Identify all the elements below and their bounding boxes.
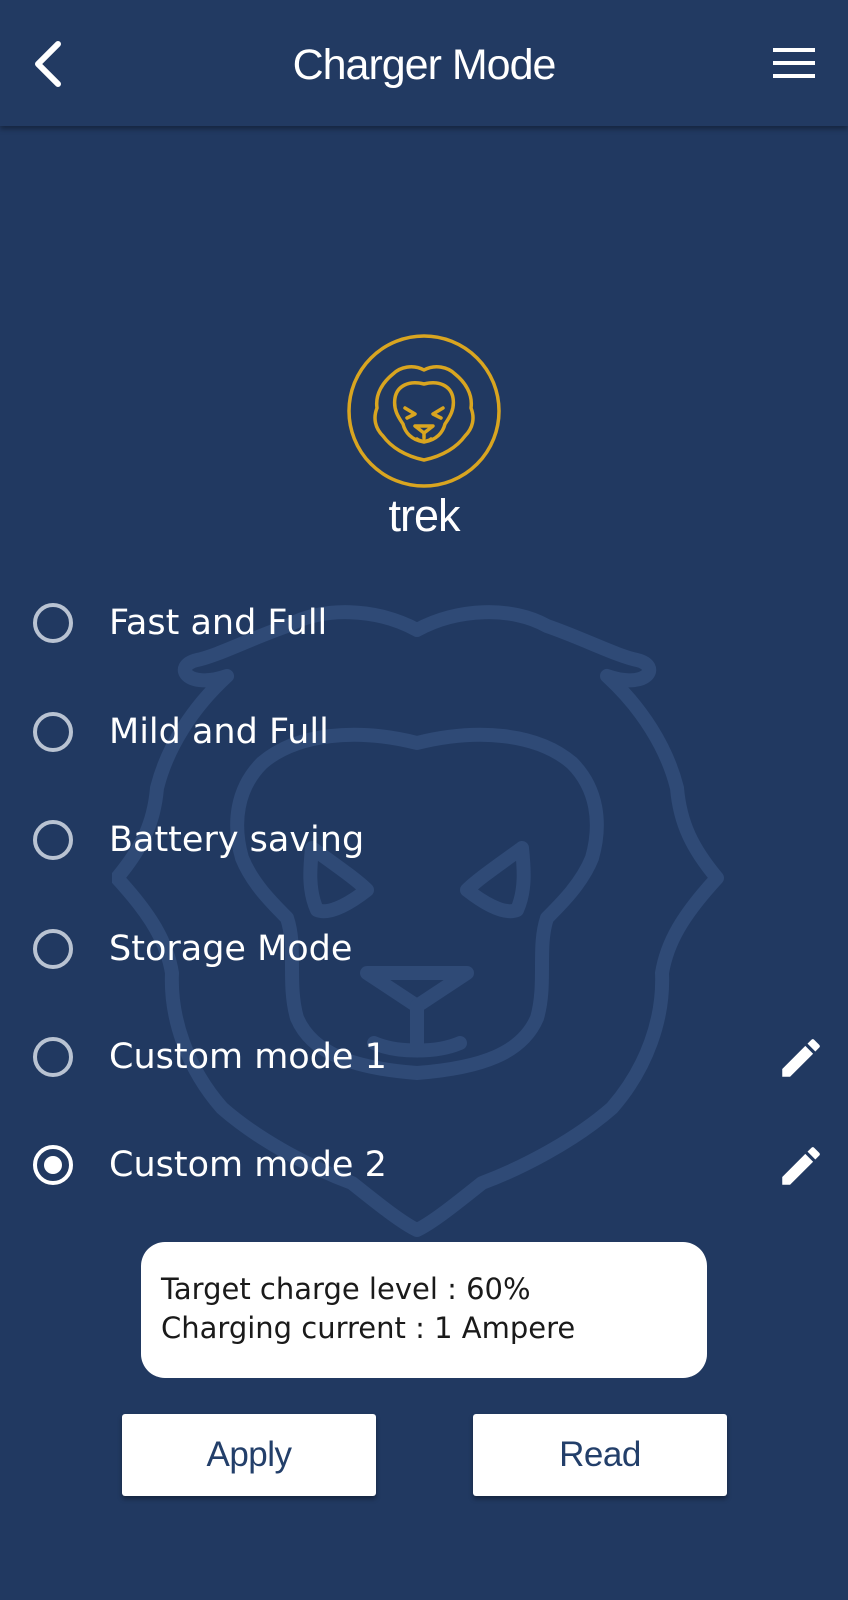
mode-label: Battery saving	[109, 820, 365, 860]
radio-button[interactable]	[33, 603, 73, 643]
mode-details-card: Target charge level : 60% Charging curre…	[141, 1242, 707, 1378]
charging-current-text: Charging current : 1 Ampere	[161, 1311, 576, 1345]
edit-custom-mode-1-button[interactable]	[776, 1033, 826, 1083]
radio-button[interactable]	[33, 820, 73, 860]
brand-name: trek	[388, 490, 460, 541]
mode-option-storage-mode[interactable]: Storage Mode	[0, 901, 848, 997]
read-button[interactable]: Read	[473, 1414, 727, 1496]
radio-button[interactable]	[33, 1037, 73, 1077]
mode-label: Custom mode 2	[109, 1145, 387, 1185]
target-charge-level-text: Target charge level : 60%	[161, 1272, 531, 1306]
mode-label: Storage Mode	[109, 929, 353, 969]
mode-label: Fast and Full	[109, 603, 328, 643]
mode-option-mild-and-full[interactable]: Mild and Full	[0, 684, 848, 780]
pencil-icon	[782, 1147, 820, 1185]
mode-label: Custom mode 1	[109, 1037, 387, 1077]
radio-button[interactable]	[33, 929, 73, 969]
edit-custom-mode-2-button[interactable]	[776, 1141, 826, 1191]
apply-button[interactable]: Apply	[122, 1414, 376, 1496]
mode-label: Mild and Full	[109, 712, 329, 752]
top-app-bar: Charger Mode	[0, 0, 848, 126]
radio-button-selected[interactable]	[33, 1145, 73, 1185]
mode-option-custom-mode-1[interactable]: Custom mode 1	[0, 1009, 848, 1105]
mode-option-custom-mode-2[interactable]: Custom mode 2	[0, 1117, 848, 1213]
mode-option-battery-saving[interactable]: Battery saving	[0, 792, 848, 888]
pencil-icon	[782, 1039, 820, 1077]
hamburger-menu-icon	[773, 48, 815, 78]
page-title: Charger Mode	[292, 41, 557, 89]
lion-logo-icon	[347, 334, 501, 488]
radio-button[interactable]	[33, 712, 73, 752]
menu-button[interactable]	[762, 36, 822, 90]
mode-option-fast-and-full[interactable]: Fast and Full	[0, 575, 848, 671]
